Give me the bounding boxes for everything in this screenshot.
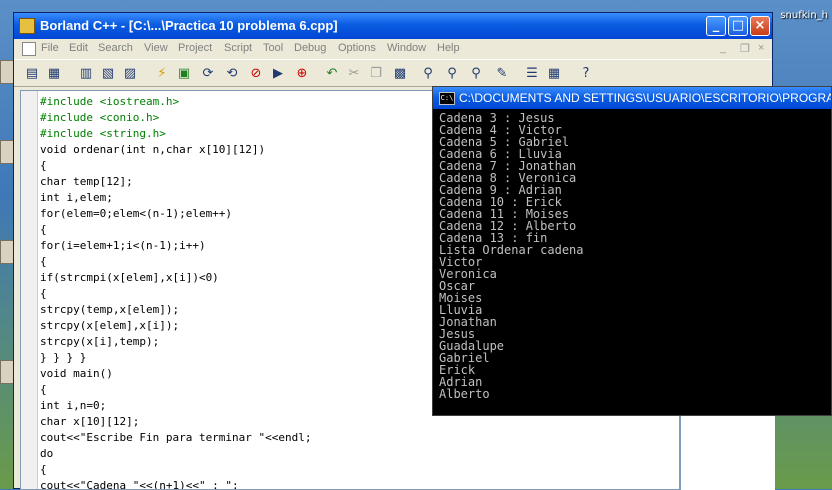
console-output[interactable]: Cadena 3 : Jesus Cadena 4 : Victor Cadena … <box>439 112 584 400</box>
code-line[interactable]: #include <conio.h> <box>40 110 312 126</box>
menu-debug[interactable]: Debug <box>294 42 326 54</box>
make-icon[interactable]: ▣ <box>174 64 194 83</box>
code-line[interactable]: void main() <box>40 366 312 382</box>
code-line[interactable]: do <box>40 446 312 462</box>
console-line: Alberto <box>439 387 490 401</box>
code-line[interactable]: { <box>40 222 312 238</box>
compile-icon[interactable]: ⚡ <box>152 64 172 83</box>
desktop-icon-label[interactable]: snufkin_h <box>780 10 828 21</box>
replace-icon[interactable]: ⚲ <box>442 64 462 83</box>
menu-bar: File Edit Search View Project Script Too… <box>14 39 772 59</box>
cut-icon[interactable]: ✂ <box>344 64 364 83</box>
console-title-bar[interactable]: C:\ C:\DOCUMENTS AND SETTINGS\USUARIO\ES… <box>433 87 831 109</box>
file-save-icon[interactable]: ▨ <box>120 64 140 83</box>
menu-tool[interactable]: Tool <box>263 42 283 54</box>
code-line[interactable]: for(elem=0;elem<(n-1);elem++) <box>40 206 312 222</box>
code-line[interactable]: { <box>40 462 312 478</box>
code-line[interactable]: char x[10][12]; <box>40 414 312 430</box>
code-line[interactable]: } } } } <box>40 350 312 366</box>
copy-icon[interactable]: ❐ <box>366 64 386 83</box>
window-icon[interactable]: ☰ <box>522 64 542 83</box>
console-window: C:\ C:\DOCUMENTS AND SETTINGS\USUARIO\ES… <box>432 86 832 416</box>
toolbar: ▤ ▦ ▥ ▧ ▨ ⚡ ▣ ⟳ ⟲ ⊘ ▶ ⊕ ↶ ✂ ❐ ▩ ⚲ ⚲ ⚲ ✎ … <box>14 59 772 87</box>
find-icon[interactable]: ⚲ <box>418 64 438 83</box>
code-line[interactable]: cout<<"Cadena "<<(n+1)<<" : "; <box>40 478 312 489</box>
tile-icon[interactable]: ▦ <box>544 64 564 83</box>
code-line[interactable]: strcpy(x[i],temp); <box>40 334 312 350</box>
debug-icon[interactable]: ⟳ <box>198 64 218 83</box>
code-line[interactable]: int i,elem; <box>40 190 312 206</box>
code-line[interactable]: strcpy(temp,x[elem]); <box>40 302 312 318</box>
menu-project[interactable]: Project <box>178 42 212 54</box>
code-line[interactable]: { <box>40 254 312 270</box>
step-icon[interactable]: ⟲ <box>222 64 242 83</box>
menu-view[interactable]: View <box>144 42 168 54</box>
code-line[interactable]: { <box>40 382 312 398</box>
code-text[interactable]: #include <iostream.h> #include <conio.h> #… <box>40 94 312 489</box>
code-line[interactable]: { <box>40 158 312 174</box>
document-icon[interactable] <box>22 42 36 56</box>
help-icon[interactable]: ? <box>576 64 596 83</box>
project-open-icon[interactable]: ▦ <box>44 64 64 83</box>
minimize-button[interactable]: _ <box>706 16 726 36</box>
code-line[interactable]: #include <string.h> <box>40 126 312 142</box>
code-line[interactable]: strcpy(x[elem],x[i]); <box>40 318 312 334</box>
search-next-icon[interactable]: ⚲ <box>466 64 486 83</box>
code-line[interactable]: { <box>40 286 312 302</box>
mdi-minimize-button[interactable]: _ <box>720 42 726 54</box>
code-line[interactable]: int i,n=0; <box>40 398 312 414</box>
menu-edit[interactable]: Edit <box>69 42 88 54</box>
code-line[interactable]: char temp[12]; <box>40 174 312 190</box>
code-line[interactable]: for(i=elem+1;i<(n-1);i++) <box>40 238 312 254</box>
stop-icon[interactable]: ⊘ <box>246 64 266 83</box>
bookmark-icon[interactable]: ✎ <box>492 64 512 83</box>
code-line[interactable]: #include <iostream.h> <box>40 94 312 110</box>
file-new-icon[interactable]: ▥ <box>76 64 96 83</box>
maximize-button[interactable]: □ <box>728 16 748 36</box>
code-line[interactable]: void ordenar(int n,char x[10][12]) <box>40 142 312 158</box>
title-bar[interactable]: Borland C++ - [C:\...\Practica 10 proble… <box>14 13 772 39</box>
console-title: C:\DOCUMENTS AND SETTINGS\USUARIO\ESCRIT… <box>459 91 831 105</box>
code-line[interactable]: if(strcmpi(x[elem],x[i])<0) <box>40 270 312 286</box>
menu-search[interactable]: Search <box>98 42 133 54</box>
undo-icon[interactable]: ↶ <box>322 64 342 83</box>
paste-icon[interactable]: ▩ <box>390 64 410 83</box>
run-icon[interactable]: ▶ <box>268 64 288 83</box>
menu-help[interactable]: Help <box>437 42 460 54</box>
close-button[interactable]: × <box>750 16 770 36</box>
mdi-restore-button[interactable]: ❐ <box>740 42 750 55</box>
menu-file[interactable]: File <box>41 42 59 54</box>
app-icon[interactable] <box>19 18 35 34</box>
editor-gutter <box>21 91 38 489</box>
menu-script[interactable]: Script <box>224 42 252 54</box>
menu-window[interactable]: Window <box>387 42 426 54</box>
file-open-icon[interactable]: ▧ <box>98 64 118 83</box>
menu-options[interactable]: Options <box>338 42 376 54</box>
mdi-close-button[interactable]: × <box>758 42 764 54</box>
console-icon[interactable]: C:\ <box>439 92 455 105</box>
browse-icon[interactable]: ⊕ <box>292 64 312 83</box>
code-line[interactable]: cout<<"Escribe Fin para terminar "<<endl… <box>40 430 312 446</box>
window-title: Borland C++ - [C:\...\Practica 10 proble… <box>40 18 338 33</box>
project-new-icon[interactable]: ▤ <box>22 64 42 83</box>
